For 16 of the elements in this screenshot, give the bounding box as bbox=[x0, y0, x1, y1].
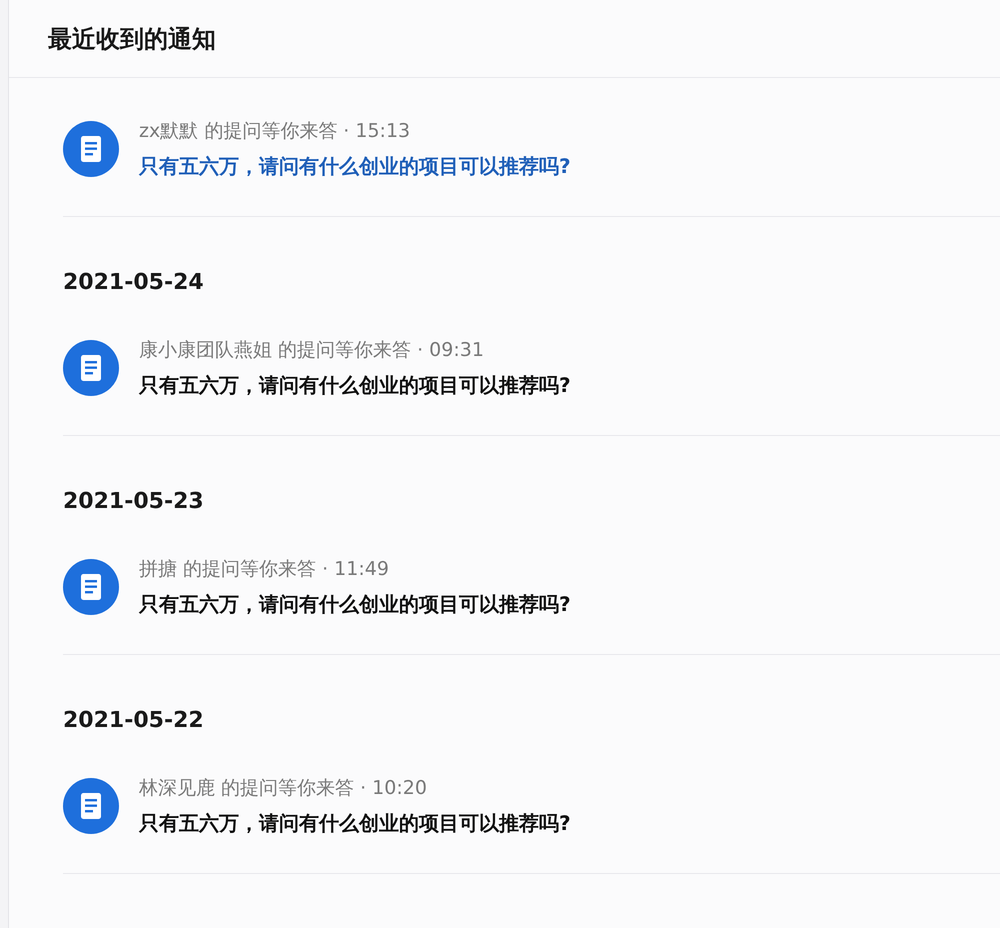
question-link[interactable]: 只有五六万，请问有什么创业的项目可以推荐吗? bbox=[139, 809, 571, 837]
notification-meta: 林深见鹿 的提问等你来答 · 10:20 bbox=[139, 776, 428, 801]
notification-meta: zx默默 的提问等你来答 · 15:13 bbox=[139, 119, 412, 144]
notification-meta: 康小康团队燕姐 的提问等你来答 · 09:31 bbox=[139, 338, 485, 363]
document-icon bbox=[63, 340, 119, 396]
question-link[interactable]: 只有五六万，请问有什么创业的项目可以推荐吗? bbox=[139, 152, 571, 180]
document-icon bbox=[63, 778, 119, 834]
notification-meta: 拼搪 的提问等你来答 · 11:49 bbox=[139, 557, 390, 582]
document-icon bbox=[63, 559, 119, 615]
date-heading: 2021-05-23 bbox=[63, 488, 205, 516]
question-link[interactable]: 只有五六万，请问有什么创业的项目可以推荐吗? bbox=[139, 371, 571, 399]
date-heading: 2021-05-22 bbox=[63, 707, 205, 735]
date-heading: 2021-05-24 bbox=[63, 269, 205, 297]
question-link[interactable]: 只有五六万，请问有什么创业的项目可以推荐吗? bbox=[139, 590, 571, 618]
panel-title: 最近收到的通知 bbox=[48, 24, 216, 54]
document-icon bbox=[63, 121, 119, 177]
